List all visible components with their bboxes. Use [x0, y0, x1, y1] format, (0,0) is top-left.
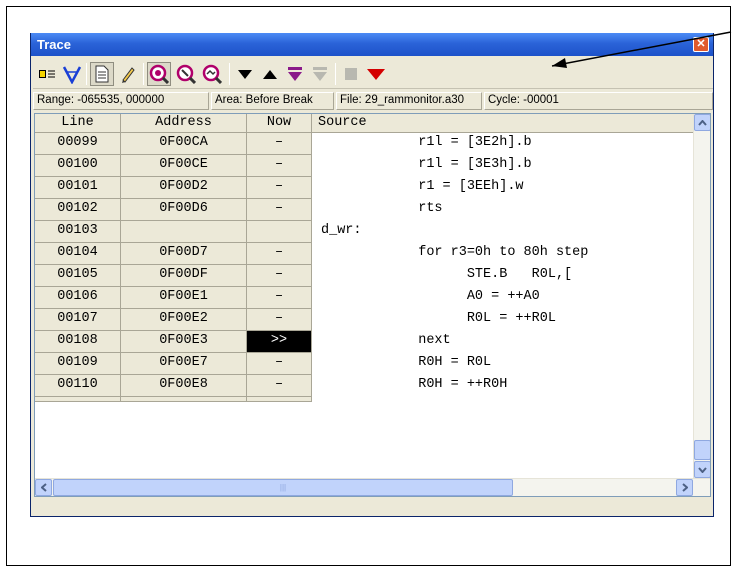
- callout-arrow: [551, 31, 732, 68]
